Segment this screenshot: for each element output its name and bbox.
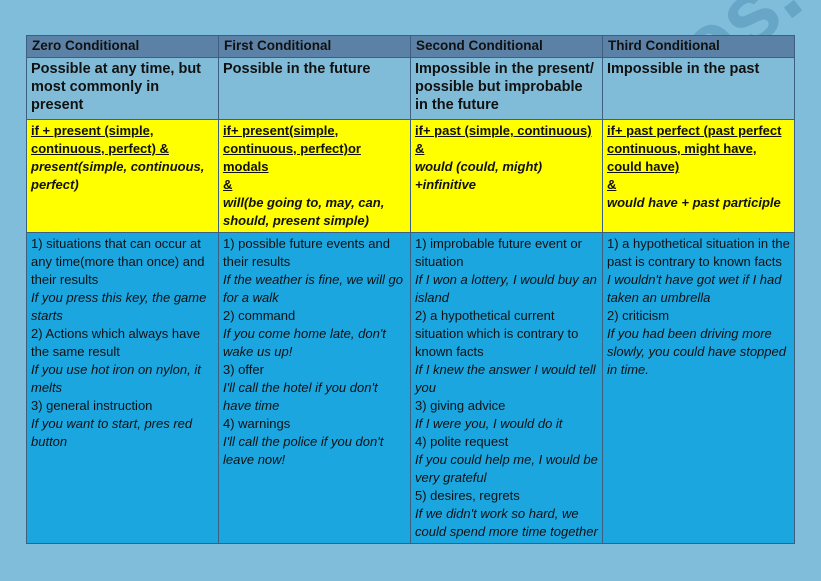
cell-line: past is contrary to known facts (607, 254, 782, 269)
cell-line: continuous, might have, (607, 141, 757, 156)
cell-line: situation (415, 254, 464, 269)
cell-line: very grateful (415, 470, 487, 485)
header-first-conditional: First Conditional (218, 35, 411, 58)
cell-line: If we didn't work so hard, we (415, 506, 579, 521)
cell-line: 2) command (223, 308, 296, 323)
cell-line: modals (223, 159, 269, 174)
cell-line: If you press this key, the game (31, 290, 207, 305)
cell-line: If you had been driving more (607, 326, 772, 341)
cell-line: wake us up! (223, 344, 293, 359)
header-second-conditional: Second Conditional (410, 35, 603, 58)
cell-line: If you could help me, I would be (415, 452, 598, 467)
cell-line: situation which is contrary to (415, 326, 579, 341)
cell-line: perfect) (31, 177, 79, 192)
cell-line: leave now! (223, 452, 286, 467)
cell-line: If you use hot iron on nylon, it (31, 362, 201, 377)
cell-line: I'll call the police if you don't (223, 434, 384, 449)
cell-line: 3) offer (223, 362, 264, 377)
cell-line: could spend more time together (415, 524, 598, 539)
cell-line: 1) situations that can occur at (31, 236, 201, 251)
cell-line: should, present simple) (223, 213, 369, 228)
description-cell: Possible in the future (218, 57, 411, 120)
description-cell: Possible at any time, but most commonly … (26, 57, 219, 120)
cell-line: 1) improbable future event or (415, 236, 582, 251)
cell-line: would (could, might) (415, 159, 543, 174)
uses-cell: 1) situations that can occur at any time(… (26, 232, 219, 544)
cell-line: their results (223, 254, 291, 269)
cell-line: 1) a hypothetical situation in the (607, 236, 790, 251)
cell-line: continuous, perfect) & (31, 141, 169, 156)
uses-cell: 1) a hypothetical situation in the past i… (602, 232, 795, 544)
cell-line: continuous, perfect)or (223, 141, 361, 156)
cell-line: for a walk (223, 290, 279, 305)
cell-line: 4) warnings (223, 416, 291, 431)
formula-cell: if+ past (simple, continuous) & would (cou… (410, 119, 603, 233)
cell-line: starts (31, 308, 63, 323)
formula-row: if + present (simple, continuous, perfect… (26, 119, 795, 233)
uses-cell: 1) possible future events and their resul… (218, 232, 411, 544)
cell-line: present(simple, continuous, (31, 159, 205, 174)
header-zero-conditional: Zero Conditional (26, 35, 219, 58)
cell-line: island (415, 290, 449, 305)
cell-line: +infinitive (415, 177, 477, 192)
description-cell: Impossible in the present/ possible but … (410, 57, 603, 120)
cell-line: I'll call the hotel if you don't (223, 380, 378, 395)
cell-line: could have) (607, 159, 680, 174)
description-cell: Impossible in the past (602, 57, 795, 120)
cell-line: 3) general instruction (31, 398, 153, 413)
cell-line: their results (31, 272, 99, 287)
cell-line: If I won a lottery, I would buy an (415, 272, 597, 287)
cell-line: 4) polite request (415, 434, 509, 449)
uses-row: 1) situations that can occur at any time(… (26, 232, 795, 544)
cell-line: if+ present(simple, (223, 123, 339, 138)
cell-line: & (223, 177, 233, 192)
header-third-conditional: Third Conditional (602, 35, 795, 58)
cell-line: if+ past (simple, continuous) (415, 123, 592, 138)
cell-line: 1) possible future events and (223, 236, 390, 251)
uses-cell: 1) improbable future event or situation If… (410, 232, 603, 544)
cell-line: will(be going to, may, can, (223, 195, 385, 210)
cell-line: 2) criticism (607, 308, 670, 323)
cell-line: & (415, 141, 425, 156)
cell-line: If the weather is fine, we will go (223, 272, 403, 287)
cell-line: If you want to start, pres red (31, 416, 193, 431)
cell-line: known facts (415, 344, 484, 359)
formula-cell: if+ present(simple, continuous, perfect)o… (218, 119, 411, 233)
cell-line: you (415, 380, 436, 395)
cell-line: the same result (31, 344, 120, 359)
cell-line: I wouldn't have got wet if I had (607, 272, 782, 287)
conditionals-table: Zero Conditional First Conditional Secon… (26, 35, 795, 544)
cell-line: in time. (607, 362, 649, 377)
cell-line: button (31, 434, 68, 449)
cell-line: If you come home late, don't (223, 326, 386, 341)
cell-line: If I were you, I would do it (415, 416, 563, 431)
formula-cell: if + present (simple, continuous, perfect… (26, 119, 219, 233)
cell-line: slowly, you could have stopped (607, 344, 786, 359)
header-row: Zero Conditional First Conditional Secon… (26, 35, 795, 58)
cell-line: 2) Actions which always have (31, 326, 201, 341)
cell-line: have time (223, 398, 280, 413)
cell-line: if+ past perfect (past perfect (607, 123, 782, 138)
cell-line: if + present (simple, (31, 123, 154, 138)
cell-line: 3) giving advice (415, 398, 506, 413)
cell-line: melts (31, 380, 63, 395)
cell-line: & (607, 177, 617, 192)
formula-cell: if+ past perfect (past perfect continuous… (602, 119, 795, 233)
cell-line: 5) desires, regrets (415, 488, 520, 503)
cell-line: 2) a hypothetical current (415, 308, 555, 323)
cell-line: any time(more than once) and (31, 254, 205, 269)
cell-line: would have + past participle (607, 195, 781, 210)
cell-line: taken an umbrella (607, 290, 711, 305)
description-row: Possible at any time, but most commonly … (26, 57, 795, 120)
cell-line: If I knew the answer I would tell (415, 362, 596, 377)
